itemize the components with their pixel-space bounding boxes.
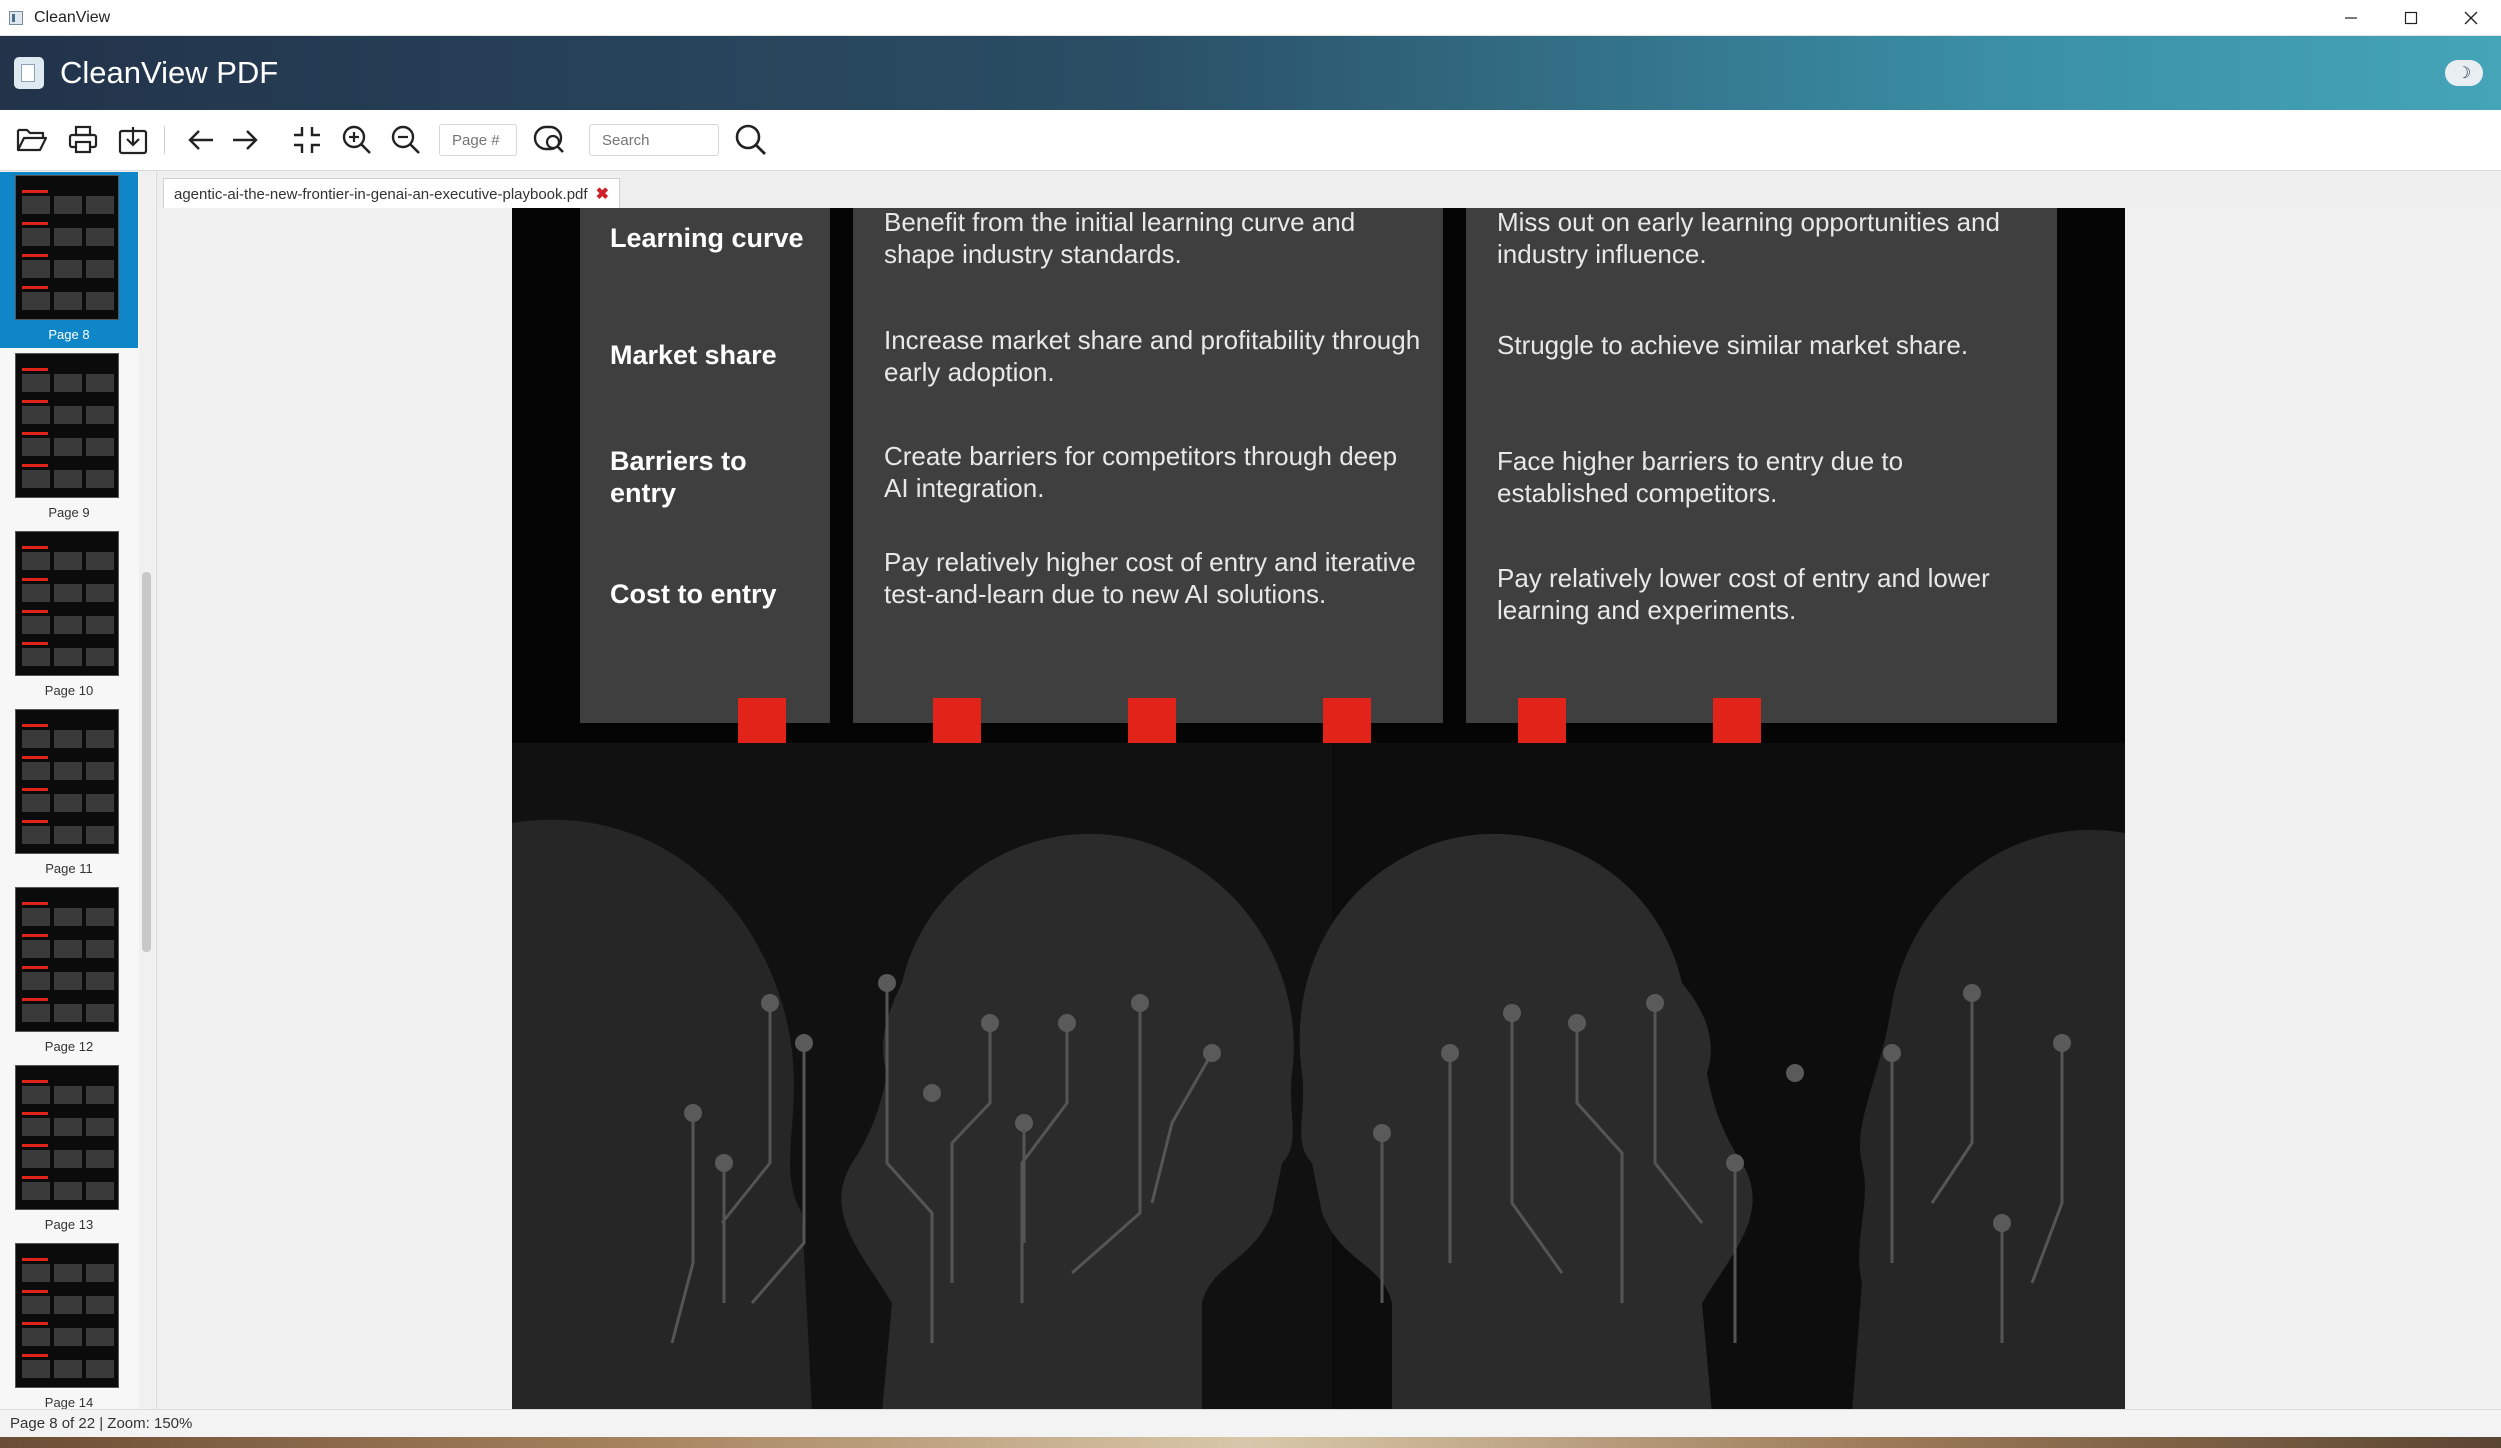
search-document-icon xyxy=(533,125,564,153)
zoom-in-button[interactable] xyxy=(339,124,375,156)
window-title: CleanView xyxy=(34,8,111,26)
status-text: Page 8 of 22 | Zoom: 150% xyxy=(10,1415,193,1432)
thumbnail-sidebar: Page 8 Page 9 Page 10 Page 11 Page 12 Page 13… xyxy=(0,172,157,1409)
page-thumbnail[interactable]: Page 12 xyxy=(0,884,138,1060)
page-thumbnail-image xyxy=(15,1065,119,1210)
status-bar: Page 8 of 22 | Zoom: 150% xyxy=(0,1409,2501,1437)
desktop-background-strip xyxy=(0,1437,2501,1448)
red-marker xyxy=(738,698,786,746)
download-icon xyxy=(118,127,148,155)
red-marker xyxy=(1518,698,1566,746)
save-download-button[interactable] xyxy=(115,124,151,156)
page-thumbnail-image xyxy=(15,1243,119,1388)
page-thumbnail-image xyxy=(15,531,119,676)
page-thumbnail[interactable]: Page 14 xyxy=(0,1240,138,1409)
document-tab[interactable]: agentic-ai-the-new-frontier-in-genai-an-… xyxy=(163,178,620,209)
page-number-input[interactable] xyxy=(439,124,517,156)
comparison-row-label: Cost to entry xyxy=(610,579,777,609)
page-thumbnail[interactable]: Page 10 xyxy=(0,528,138,704)
page-thumbnail-image xyxy=(15,353,119,498)
viewer-scrollbar[interactable] xyxy=(2485,208,2501,1409)
page-thumbnail-image xyxy=(15,887,119,1032)
toolbar-separator xyxy=(164,126,165,154)
search-input[interactable] xyxy=(589,124,719,156)
app-window-icon xyxy=(9,10,23,25)
window-title-bar: CleanView xyxy=(0,0,2501,36)
page-thumbnail[interactable]: Page 8 xyxy=(0,172,138,348)
comparison-row-label: Learning curve xyxy=(610,223,804,253)
minimize-button[interactable] xyxy=(2321,0,2381,35)
comparison-row-label: Barriers to entry xyxy=(610,446,747,508)
minimize-icon xyxy=(2345,16,2357,19)
maximize-button[interactable] xyxy=(2381,0,2441,35)
page-thumbnail-image xyxy=(15,709,119,854)
red-marker xyxy=(933,698,981,746)
printer-icon xyxy=(68,125,98,154)
early-adopter-text: Create barriers for competitors through … xyxy=(884,441,1398,503)
zoom-out-icon xyxy=(391,125,420,154)
moon-icon: ☽ xyxy=(2456,65,2472,82)
page-thumbnail-label: Page 13 xyxy=(44,1217,94,1232)
early-adopter-text: Increase market share and profitability … xyxy=(884,325,1421,387)
theme-toggle-button[interactable]: ☽ xyxy=(2445,60,2483,86)
late-adopter-text: Face higher barriers to entry due to est… xyxy=(1497,446,1904,508)
late-adopter-text: Struggle to achieve similar market share… xyxy=(1497,330,1969,360)
page-thumbnail-label: Page 11 xyxy=(45,861,93,876)
previous-page-button[interactable] xyxy=(183,124,219,156)
app-logo-icon xyxy=(14,57,44,89)
close-tab-icon[interactable]: ✖ xyxy=(596,184,609,204)
early-adopter-text: Benefit from the initial learning curve … xyxy=(884,208,1356,269)
document-tab-strip: agentic-ai-the-new-frontier-in-genai-an-… xyxy=(157,172,2501,209)
pdf-page: Learning curve Benefit from the initial l… xyxy=(512,208,2125,1409)
maximize-icon xyxy=(2404,11,2418,24)
app-header: CleanView PDF ☽ xyxy=(0,36,2501,110)
sidebar-scrollbar-thumb[interactable] xyxy=(142,572,151,952)
early-adopter-text: Pay relatively higher cost of entry and … xyxy=(884,547,1416,609)
page-thumbnail[interactable]: Page 9 xyxy=(0,350,138,526)
toolbar xyxy=(0,110,2501,171)
page-thumbnail-image xyxy=(15,175,119,320)
find-in-page-button[interactable] xyxy=(533,124,569,156)
fit-screen-icon xyxy=(294,127,320,153)
print-button[interactable] xyxy=(65,124,101,156)
document-tab-title: agentic-ai-the-new-frontier-in-genai-an-… xyxy=(174,185,588,203)
pdf-viewer: Learning curve Benefit from the initial l… xyxy=(157,208,2501,1409)
close-icon xyxy=(2464,11,2478,24)
red-marker xyxy=(1713,698,1761,746)
close-window-button[interactable] xyxy=(2441,0,2501,35)
arrow-left-icon xyxy=(188,130,213,150)
folder-open-icon xyxy=(16,128,48,152)
page-thumbnail-label: Page 9 xyxy=(48,505,90,520)
open-file-button[interactable] xyxy=(14,124,50,156)
window-controls xyxy=(2321,0,2501,35)
zoom-in-icon xyxy=(342,125,371,154)
app-title: CleanView PDF xyxy=(60,55,279,90)
page-thumbnail[interactable]: Page 13 xyxy=(0,1062,138,1238)
arrow-right-icon xyxy=(233,130,258,150)
red-marker xyxy=(1128,698,1176,746)
comparison-row-label: Market share xyxy=(610,340,777,370)
search-icon xyxy=(735,124,766,155)
page-thumbnail-label: Page 8 xyxy=(48,327,90,342)
circuit-heads-illustration xyxy=(512,743,2125,1409)
search-button[interactable] xyxy=(733,124,769,156)
page-thumbnail-label: Page 10 xyxy=(44,683,94,698)
late-adopter-text: Pay relatively lower cost of entry and l… xyxy=(1497,563,1990,625)
page-thumbnail-label: Page 14 xyxy=(44,1395,94,1409)
red-marker xyxy=(1323,698,1371,746)
page-thumbnail-label: Page 12 xyxy=(44,1039,94,1054)
next-page-button[interactable] xyxy=(227,124,263,156)
fit-page-button[interactable] xyxy=(289,124,325,156)
late-adopter-text: Miss out on early learning opportunities… xyxy=(1497,208,2000,269)
page-thumbnail[interactable]: Page 11 xyxy=(0,706,138,882)
zoom-out-button[interactable] xyxy=(388,124,424,156)
